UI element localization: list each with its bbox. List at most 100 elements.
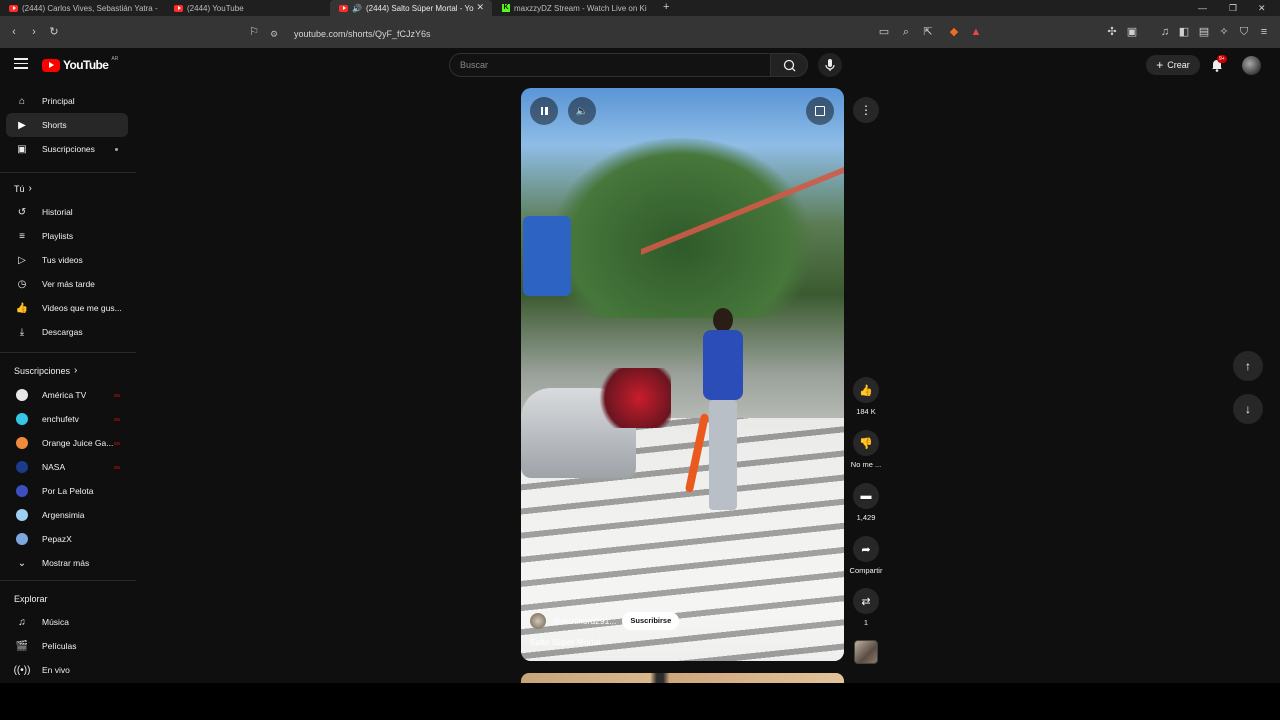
sidebar-channel-pepazx[interactable]: PepazX: [6, 527, 128, 551]
sidebar-item-suscripciones[interactable]: ▣ Suscripciones: [6, 137, 128, 161]
sidebar-show-more[interactable]: ⌄ Mostrar más: [6, 551, 128, 575]
comments-button[interactable]: ▬: [853, 483, 879, 509]
media-icon[interactable]: ♫: [1157, 24, 1173, 40]
video-scene-motorbike: [591, 368, 671, 428]
short-title[interactable]: Salto Súper Mortal: [530, 637, 600, 647]
address-bar[interactable]: ⚙ youtube.com/shorts/QyF_fCJzY6s: [270, 22, 990, 46]
reload-icon[interactable]: ↻: [46, 24, 62, 40]
sound-thumbnail[interactable]: [854, 640, 878, 664]
screenshot-icon[interactable]: ▣: [1124, 24, 1140, 40]
channel-name: Por La Pelota: [42, 486, 94, 496]
you-section-header[interactable]: Tú ›: [14, 183, 32, 194]
sidebar-item-peliculas[interactable]: 🎬 Películas: [6, 634, 128, 658]
browser-tab-active[interactable]: 🔊 (2444) Salto Súper Mortal - Yo ✕: [330, 0, 492, 16]
browser-tab[interactable]: (2444) Carlos Vives, Sebastián Yatra -: [0, 0, 165, 16]
minimize-icon[interactable]: —: [1198, 0, 1207, 16]
sidebar-item-liked-videos[interactable]: 👍 Videos que me gus...: [6, 296, 128, 320]
bookmark-icon[interactable]: ⚐: [246, 24, 262, 40]
movies-icon: 🎬: [15, 640, 29, 652]
leo-icon[interactable]: ✧: [1216, 24, 1232, 40]
short-video-player[interactable]: 🔈: [521, 88, 844, 661]
pause-button[interactable]: [530, 97, 558, 125]
channel-handle[interactable]: @elchinord291...: [552, 616, 616, 626]
sidebar-item-shorts[interactable]: ▶ Shorts: [6, 113, 128, 137]
channel-avatar-slot: [14, 509, 30, 521]
sidebar-channel-argensimia[interactable]: Argensimia: [6, 503, 128, 527]
channel-avatar-slot: [14, 413, 30, 425]
forward-icon[interactable]: ›: [26, 24, 42, 40]
wallet-icon[interactable]: ▤: [1196, 24, 1212, 40]
section-title: Explorar: [14, 594, 48, 604]
sidebar-divider: [0, 352, 136, 353]
back-icon[interactable]: ‹: [6, 24, 22, 40]
next-short-button[interactable]: ↓: [1233, 394, 1263, 424]
sidebar-item-musica[interactable]: ♫ Música: [6, 610, 128, 634]
notification-badge: 9+: [1217, 55, 1227, 63]
speaker-icon[interactable]: 🔊: [352, 4, 362, 13]
arrow-up-icon: ↑: [1245, 359, 1251, 373]
search-button[interactable]: [770, 53, 808, 77]
share-button[interactable]: ➦: [853, 536, 879, 562]
sidebar-item-ver-mas-tarde[interactable]: ◷ Ver más tarde: [6, 272, 128, 296]
voice-search-button[interactable]: [818, 53, 842, 77]
dislike-button[interactable]: 👎: [853, 430, 879, 456]
sidebar-item-label: Historial: [42, 207, 73, 217]
vpn-icon[interactable]: ⛉: [1236, 24, 1252, 40]
restore-icon[interactable]: ❐: [1229, 0, 1237, 16]
subscriptions-section-header[interactable]: Suscripciones ›: [14, 365, 77, 376]
search-input[interactable]: Buscar: [449, 53, 771, 77]
close-window-icon[interactable]: ✕: [1258, 0, 1266, 16]
home-icon: ⌂: [18, 95, 26, 107]
tab-title: (2444) YouTube: [187, 3, 244, 13]
kick-favicon-icon: K: [502, 4, 510, 12]
subscribe-button[interactable]: Suscribirse: [622, 612, 680, 630]
account-avatar[interactable]: [1242, 56, 1261, 75]
sidebar-channel-nasa[interactable]: NASA: [6, 455, 128, 479]
channel-avatar: [16, 485, 28, 497]
menu-icon[interactable]: ≡: [1256, 24, 1272, 40]
sidebar-item-en-vivo[interactable]: ((•)) En vivo: [6, 658, 128, 682]
sidebar-item-playlists[interactable]: ≡ Playlists: [6, 224, 128, 248]
sidebar-item-label: Películas: [42, 641, 77, 651]
browser-tab[interactable]: K maxzzyDZ Stream - Watch Live on Ki: [493, 0, 653, 16]
dislike-label: No me ...: [850, 460, 882, 469]
pause-icon: [540, 107, 548, 115]
fullscreen-button[interactable]: [806, 97, 834, 125]
remix-button[interactable]: ⇄: [853, 588, 879, 614]
fullscreen-icon: [815, 106, 825, 116]
sidebar-item-principal[interactable]: ⌂ Principal: [6, 89, 128, 113]
more-options-button[interactable]: ⋮: [853, 97, 879, 123]
channel-avatar-slot: [14, 461, 30, 473]
channel-name: enchufetv: [42, 414, 79, 424]
browser-tab[interactable]: (2444) YouTube: [165, 0, 330, 16]
sidebar-channel-enchufetv[interactable]: enchufetv: [6, 407, 128, 431]
extensions-icon[interactable]: ✣: [1104, 24, 1120, 40]
site-info-icon[interactable]: ⚙: [270, 29, 282, 40]
url-text[interactable]: youtube.com/shorts/QyF_fCJzY6s: [294, 29, 431, 39]
notifications-button[interactable]: 9+: [1209, 55, 1227, 73]
channel-avatar[interactable]: [530, 613, 546, 629]
new-tab-icon[interactable]: +: [663, 1, 669, 13]
share-label: Compartir: [849, 566, 883, 575]
browser-tab-bar: (2444) Carlos Vives, Sebastián Yatra - (…: [0, 0, 1280, 16]
channel-avatar: [16, 437, 28, 449]
create-button[interactable]: + Crear: [1146, 55, 1200, 75]
sidebar-item-historial[interactable]: ↺ Historial: [6, 200, 128, 224]
sidebar-toggle-icon[interactable]: ◧: [1176, 24, 1192, 40]
arrow-down-icon: ↓: [1245, 402, 1251, 416]
volume-button[interactable]: 🔈: [568, 97, 596, 125]
sidebar-channel-orange-juice[interactable]: Orange Juice Ga...: [6, 431, 128, 455]
next-short-preview[interactable]: [521, 673, 844, 683]
like-button[interactable]: 👍: [853, 377, 879, 403]
previous-short-button[interactable]: ↑: [1233, 351, 1263, 381]
youtube-logo[interactable]: YouTube AR: [42, 56, 118, 72]
live-indicator: [114, 465, 120, 469]
guide-menu-icon[interactable]: [14, 58, 28, 70]
sidebar-channel-por-la-pelota[interactable]: Por La Pelota: [6, 479, 128, 503]
sidebar-channel-america-tv[interactable]: América TV: [6, 383, 128, 407]
sidebar-item-tus-videos[interactable]: ▷ Tus videos: [6, 248, 128, 272]
sidebar-item-descargas[interactable]: ⤓ Descargas: [6, 320, 128, 344]
channel-avatar-slot: [14, 533, 30, 545]
sidebar-item-label: En vivo: [42, 665, 70, 675]
close-tab-icon[interactable]: ✕: [476, 2, 484, 13]
